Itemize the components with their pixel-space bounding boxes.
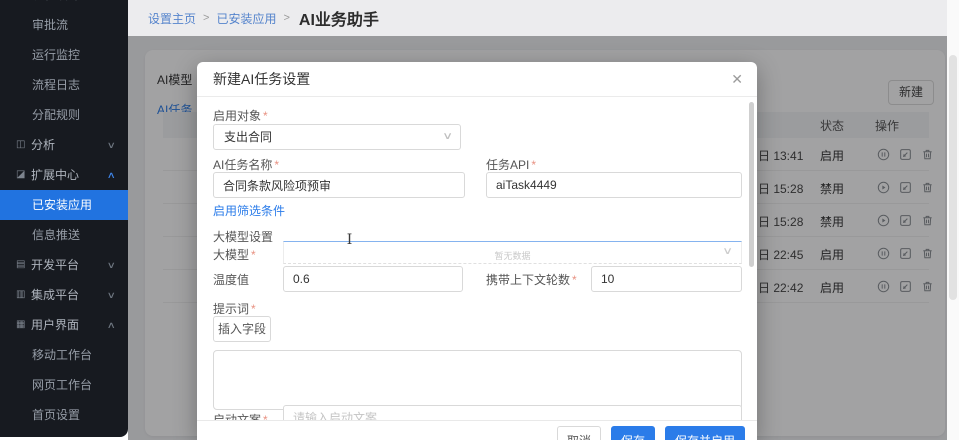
required-mark: * <box>263 109 268 123</box>
new-ai-task-dialog: 新建AI任务设置 ✕ 启用对象* 支出合同 ∨ AI任务名称* 任务API* 启… <box>197 62 757 440</box>
prompt-label: 提示词* <box>213 300 256 317</box>
sidebar-item-installed-apps[interactable]: 已安装应用 <box>0 190 128 220</box>
sidebar-group-extension-center[interactable]: ◪ 扩展中心 ∧ <box>0 160 128 190</box>
enable-target-select[interactable]: 支出合同 ∨ <box>213 124 461 150</box>
save-button[interactable]: 保存 <box>611 426 655 440</box>
llm-label: 大模型* <box>213 246 256 263</box>
temperature-label: 温度值 <box>213 271 249 288</box>
context-rounds-label: 携带上下文轮数* <box>486 271 577 288</box>
breadcrumb-link-settings-home[interactable]: 设置主页 <box>148 10 196 27</box>
chevron-up-icon: ∧ <box>107 160 116 190</box>
required-mark: * <box>531 158 536 172</box>
chevron-down-icon: ∨ <box>722 246 733 257</box>
sidebar-group-integration-platform[interactable]: ▥ 集成平台 ∨ <box>0 280 128 310</box>
required-mark: * <box>251 302 256 316</box>
task-name-label: AI任务名称* <box>213 156 279 173</box>
chevron-down-icon: ∨ <box>107 280 116 310</box>
sidebar: 流程设计 审批流 运行监控 流程日志 分配规则 ◫ 分析 ∨ ◪ 扩展中心 ∧ … <box>0 0 128 437</box>
temperature-input[interactable] <box>283 266 463 292</box>
required-mark: * <box>274 158 279 172</box>
page-scrollbar-thumb[interactable] <box>949 55 957 300</box>
sidebar-item-process-log[interactable]: 流程日志 <box>0 70 128 100</box>
prompt-textarea[interactable] <box>213 350 742 410</box>
integration-platform-icon: ▥ <box>16 280 25 310</box>
sidebar-group-user-interface[interactable]: ▦ 用户界面 ∧ <box>0 310 128 340</box>
sidebar-item-assign-rules[interactable]: 分配规则 <box>0 100 128 130</box>
llm-dropdown-empty-text: 暂无数据 <box>284 249 741 262</box>
sidebar-item-web-workbench[interactable]: 网页工作台 <box>0 370 128 400</box>
breadcrumb: 设置主页 > 已安装应用 > AI业务助手 <box>128 0 959 36</box>
required-mark: * <box>572 273 577 287</box>
enable-filter-link[interactable]: 启用筛选条件 <box>213 202 285 219</box>
chevron-up-icon: ∧ <box>107 310 116 340</box>
chevron-down-icon: ∨ <box>107 130 116 160</box>
sidebar-item-process-design[interactable]: 流程设计 <box>0 0 128 10</box>
page-title: AI业务助手 <box>299 6 379 30</box>
sidebar-item-run-monitor[interactable]: 运行监控 <box>0 40 128 70</box>
breadcrumb-separator: > <box>203 12 209 24</box>
sidebar-item-home-settings[interactable]: 首页设置 <box>0 400 128 430</box>
dialog-scrollbar-thumb[interactable] <box>749 102 754 267</box>
chevron-down-icon: ∨ <box>107 250 116 280</box>
dialog-header: 新建AI任务设置 ✕ <box>197 62 757 97</box>
user-interface-icon: ▦ <box>16 310 25 340</box>
sidebar-group-dev-platform[interactable]: ▤ 开发平台 ∨ <box>0 250 128 280</box>
breadcrumb-link-installed-apps[interactable]: 已安装应用 <box>216 10 276 27</box>
save-and-enable-button[interactable]: 保存并启用 <box>665 426 745 440</box>
breadcrumb-separator: > <box>283 12 289 24</box>
llm-section-label: 大模型设置 <box>213 228 273 245</box>
required-mark: * <box>251 248 256 262</box>
sidebar-group-analysis[interactable]: ◫ 分析 ∨ <box>0 130 128 160</box>
extension-center-icon: ◪ <box>16 160 25 190</box>
dialog-title: 新建AI任务设置 <box>213 62 310 97</box>
sidebar-item-approval-flow[interactable]: 审批流 <box>0 10 128 40</box>
task-name-input[interactable] <box>213 172 465 198</box>
sidebar-item-mobile-workbench[interactable]: 移动工作台 <box>0 340 128 370</box>
text-cursor-icon: I <box>345 233 354 247</box>
enable-target-label: 启用对象* <box>213 107 268 124</box>
close-icon[interactable]: ✕ <box>731 71 743 88</box>
dev-platform-icon: ▤ <box>16 250 25 280</box>
page-scrollbar[interactable] <box>947 0 959 440</box>
task-api-label: 任务API* <box>486 156 536 173</box>
dialog-footer: 取消 保存 保存并启用 <box>197 420 757 440</box>
insert-field-button[interactable]: 插入字段 <box>213 316 271 342</box>
analysis-icon: ◫ <box>16 130 25 160</box>
chevron-down-icon: ∨ <box>442 125 453 149</box>
app-window: 流程设计 审批流 运行监控 流程日志 分配规则 ◫ 分析 ∨ ◪ 扩展中心 ∧ … <box>0 0 959 440</box>
context-rounds-input[interactable] <box>591 266 742 292</box>
sidebar-item-message-push[interactable]: 信息推送 <box>0 220 128 250</box>
task-api-input[interactable] <box>486 172 742 198</box>
cancel-button[interactable]: 取消 <box>557 426 601 440</box>
